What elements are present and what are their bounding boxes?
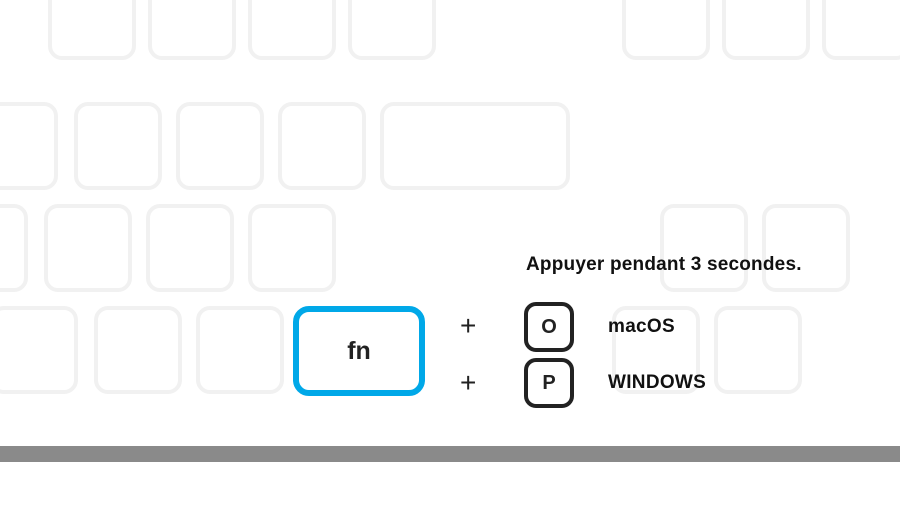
plus-icon: + <box>460 312 476 340</box>
os-label-macos: macOS <box>608 316 675 338</box>
key-o: O <box>524 302 574 352</box>
bg-key <box>74 102 162 190</box>
bg-key <box>380 102 570 190</box>
bg-key <box>714 306 802 394</box>
bg-key <box>762 204 850 292</box>
instruction-text: Appuyer pendant 3 secondes. <box>526 254 802 276</box>
bg-key <box>196 306 284 394</box>
plus-icon: + <box>460 369 476 397</box>
bg-key <box>44 204 132 292</box>
bg-key <box>0 102 58 190</box>
bg-key <box>148 0 236 60</box>
bg-key <box>146 204 234 292</box>
bg-key <box>622 0 710 60</box>
separator-strip <box>0 446 900 462</box>
bg-key <box>722 0 810 60</box>
bg-key <box>0 204 28 292</box>
bg-key <box>176 102 264 190</box>
bg-key <box>822 0 900 60</box>
bg-key <box>248 0 336 60</box>
os-label-windows: WINDOWS <box>608 372 706 394</box>
bg-key <box>248 204 336 292</box>
bg-key <box>94 306 182 394</box>
bg-key <box>348 0 436 60</box>
bg-key <box>0 306 78 394</box>
bg-key <box>48 0 136 60</box>
key-p: P <box>524 358 574 408</box>
bg-key <box>278 102 366 190</box>
fn-key: fn <box>293 306 425 396</box>
bg-key <box>660 204 748 292</box>
